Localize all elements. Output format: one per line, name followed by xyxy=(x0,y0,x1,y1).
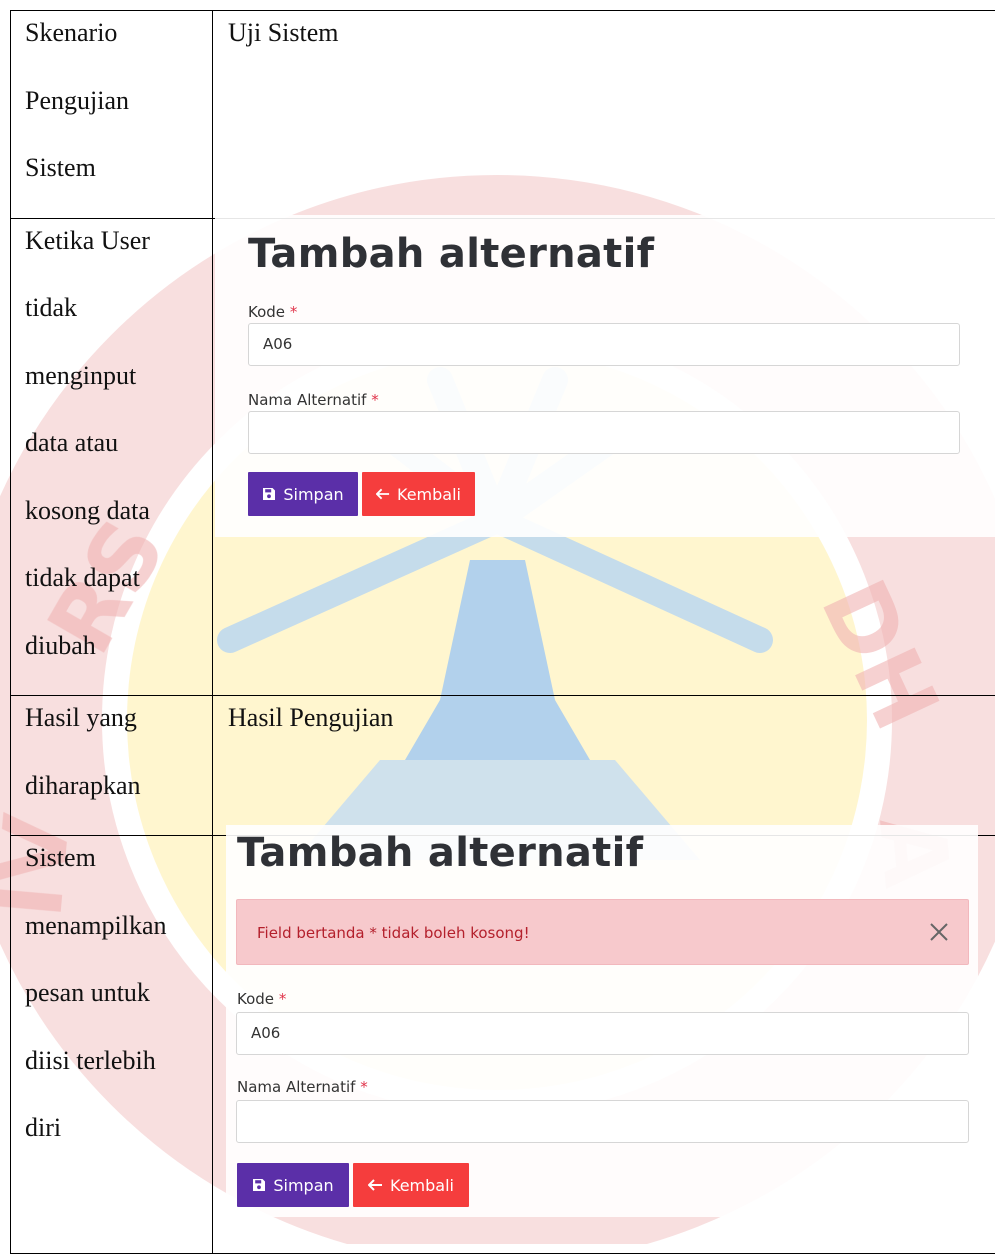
nama-label-text: Nama Alternatif xyxy=(237,1078,355,1096)
case-line-3: menginput xyxy=(25,358,212,426)
required-mark: * xyxy=(371,391,379,409)
expected-value: Hasil Pengujian xyxy=(213,696,995,736)
floppy-disk-icon xyxy=(252,1178,266,1192)
save-label: Simpan xyxy=(283,485,343,504)
case-line-2: tidak xyxy=(25,290,212,358)
case-line-4: data atau xyxy=(25,425,212,493)
scenario-line-3: Sistem xyxy=(25,150,212,218)
result-line-4: diisi terlebih xyxy=(25,1043,212,1111)
save-label: Simpan xyxy=(273,1176,333,1195)
result-line-3: pesan untuk xyxy=(25,975,212,1043)
cell-input-case-label: Ketika User tidak menginput data atau ko… xyxy=(11,218,213,696)
cell-expected-value: Hasil Pengujian xyxy=(213,696,995,836)
cell-result-label: Sistem menampilkan pesan untuk diisi ter… xyxy=(11,836,213,1254)
case-line-5: kosong data xyxy=(25,493,212,561)
back-button[interactable]: Kembali xyxy=(353,1163,469,1207)
form-title: Tambah alternatif xyxy=(237,830,643,876)
row-expected: Hasil yang diharapkan Hasil Pengujian xyxy=(11,696,995,836)
kode-input[interactable]: A06 xyxy=(236,1012,969,1055)
kode-label: Kode * xyxy=(248,303,297,321)
case-line-6: tidak dapat xyxy=(25,560,212,628)
nama-alternatif-label: Nama Alternatif * xyxy=(237,1078,368,1096)
case-line-1: Ketika User xyxy=(25,223,212,291)
cell-scenario-value: Uji Sistem xyxy=(213,11,995,219)
nama-label-text: Nama Alternatif xyxy=(248,391,366,409)
arrow-left-icon xyxy=(376,488,390,500)
required-mark: * xyxy=(360,1078,368,1096)
scenario-value: Uji Sistem xyxy=(213,11,995,51)
back-button[interactable]: Kembali xyxy=(362,472,475,516)
nama-alternatif-input[interactable] xyxy=(236,1100,969,1143)
cell-scenario-label: Skenario Pengujian Sistem xyxy=(11,11,213,219)
scenario-line-1: Skenario xyxy=(25,15,212,83)
arrow-left-icon xyxy=(368,1179,383,1191)
back-label: Kembali xyxy=(397,485,461,504)
kode-label-text: Kode xyxy=(248,303,285,321)
expected-line-2: diharapkan xyxy=(25,768,212,836)
cell-expected-label: Hasil yang diharapkan xyxy=(11,696,213,836)
form-screenshot-error: Tambah alternatif Field bertanda * tidak… xyxy=(226,825,978,1217)
kode-label: Kode * xyxy=(237,990,286,1008)
form-title: Tambah alternatif xyxy=(248,231,654,277)
floppy-disk-icon xyxy=(262,487,276,501)
nama-alternatif-label: Nama Alternatif * xyxy=(248,391,379,409)
nama-alternatif-input[interactable] xyxy=(248,411,960,454)
save-button[interactable]: Simpan xyxy=(237,1163,349,1207)
result-line-5: diri xyxy=(25,1110,212,1178)
required-mark: * xyxy=(290,303,298,321)
error-alert: Field bertanda * tidak boleh kosong! xyxy=(236,899,969,965)
expected-line-1: Hasil yang xyxy=(25,700,212,768)
form-screenshot-empty: Tambah alternatif Kode * A06 Nama Altern… xyxy=(215,215,995,537)
close-icon[interactable] xyxy=(929,922,949,942)
save-button[interactable]: Simpan xyxy=(248,472,358,516)
case-line-7: diubah xyxy=(25,628,212,696)
scenario-line-2: Pengujian xyxy=(25,83,212,151)
row-scenario: Skenario Pengujian Sistem Uji Sistem xyxy=(11,11,995,219)
alert-message: Field bertanda * tidak boleh kosong! xyxy=(257,924,530,942)
result-line-2: menampilkan xyxy=(25,908,212,976)
required-mark: * xyxy=(279,990,287,1008)
kode-input[interactable]: A06 xyxy=(248,323,960,366)
kode-label-text: Kode xyxy=(237,990,274,1008)
result-line-1: Sistem xyxy=(25,840,212,908)
back-label: Kembali xyxy=(390,1176,454,1195)
